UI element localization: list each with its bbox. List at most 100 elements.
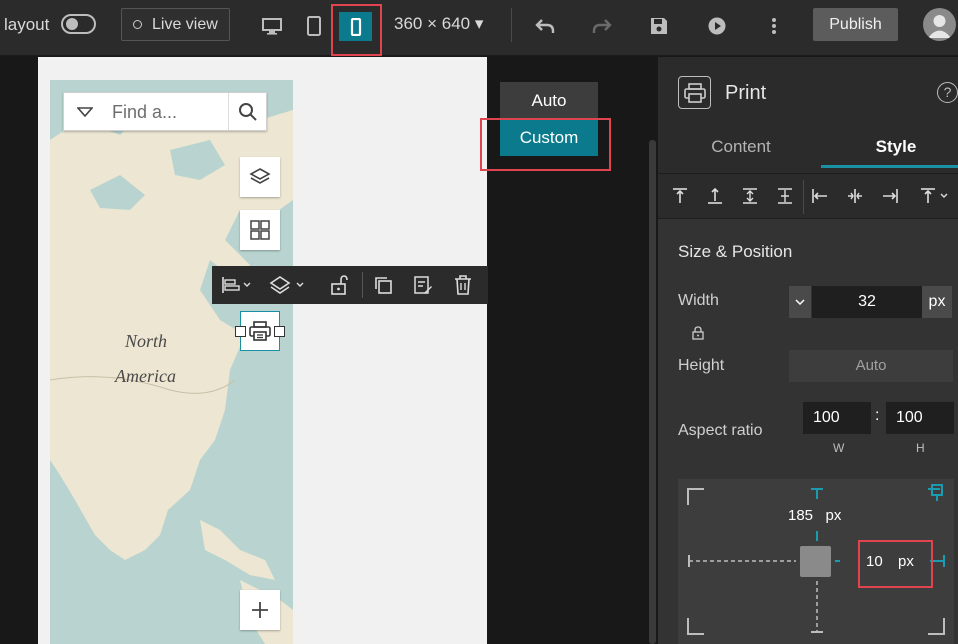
align-bottom-button[interactable] — [703, 184, 727, 208]
distribute-vertical-button[interactable] — [773, 184, 797, 208]
size-mode-custom[interactable]: Custom — [500, 119, 598, 156]
plus-icon — [252, 602, 268, 618]
layout-toggle[interactable] — [61, 14, 96, 34]
aspect-colon: : — [875, 407, 880, 424]
top-toolbar: layout Live view 360 × 640 ▾ Publish — [0, 0, 958, 56]
live-view-label: Live view — [152, 16, 218, 33]
more-options-button[interactable] — [760, 12, 788, 40]
printer-icon — [683, 82, 706, 103]
user-avatar[interactable] — [923, 8, 956, 41]
top-offset-unit: px — [825, 507, 842, 524]
tab-content[interactable]: Content — [666, 129, 816, 168]
aspect-height-input[interactable]: 100 — [886, 402, 954, 434]
tablet-icon — [307, 16, 321, 36]
align-left-edge-icon — [812, 189, 827, 203]
align-middle-icon — [743, 188, 757, 204]
edit-form-icon — [414, 276, 432, 294]
printer-icon — [249, 321, 271, 341]
width-unit-selector[interactable]: px — [922, 286, 952, 318]
distribute-vertical-icon — [778, 188, 792, 204]
duplicate-button[interactable] — [363, 266, 403, 304]
height-input[interactable]: Auto — [789, 350, 953, 382]
align-dropdown[interactable] — [212, 266, 260, 304]
redo-icon — [592, 19, 612, 33]
settings-panel: Print ? Content Style Size & Position Wi… — [657, 57, 958, 644]
save-button[interactable] — [645, 12, 673, 40]
widget-floating-toolbar — [212, 266, 488, 304]
align-right-button[interactable] — [878, 184, 902, 208]
redo-button[interactable] — [588, 12, 616, 40]
copy-icon — [375, 277, 392, 294]
delete-button[interactable] — [443, 266, 483, 304]
aspect-lock-icon[interactable] — [692, 326, 704, 340]
search-icon — [239, 102, 257, 121]
live-view-button[interactable]: Live view — [121, 8, 230, 41]
triangle-down-icon — [77, 106, 93, 117]
align-left-icon — [222, 277, 251, 293]
align-left-button[interactable] — [808, 184, 832, 208]
preview-button[interactable] — [703, 12, 731, 40]
edit-settings-button[interactable] — [403, 266, 443, 304]
map-search[interactable]: Find a... — [63, 92, 267, 131]
align-center-icon — [848, 189, 862, 203]
canvas-scrollbar[interactable] — [649, 140, 656, 644]
basemap-gallery-button[interactable] — [240, 210, 280, 250]
top-offset-field[interactable]: 185 px — [788, 507, 841, 524]
resize-handle-left[interactable] — [235, 326, 246, 337]
desktop-icon — [262, 18, 282, 35]
layers-button[interactable] — [240, 157, 280, 197]
live-view-dot-icon — [133, 20, 142, 29]
screen-size-dropdown[interactable]: 360 × 640 ▾ — [394, 14, 483, 34]
screen-size-value: 360 × 640 — [394, 14, 471, 33]
print-widget-icon — [678, 76, 711, 109]
align-right-edge-icon — [883, 189, 898, 203]
basemap-gallery-icon — [250, 220, 270, 240]
undo-icon — [535, 19, 555, 33]
undo-button[interactable] — [531, 12, 559, 40]
search-input[interactable]: Find a... — [112, 102, 177, 123]
arrange-dropdown[interactable] — [260, 266, 316, 304]
top-offset-value: 185 — [788, 507, 814, 524]
size-mode-auto[interactable]: Auto — [500, 82, 598, 119]
map-label-america: America — [114, 366, 176, 386]
tablet-view-button[interactable] — [300, 12, 328, 40]
align-top-button[interactable] — [668, 184, 692, 208]
layers-arrange-icon — [269, 276, 304, 294]
publish-button[interactable]: Publish — [813, 8, 898, 41]
caret-down-icon: ▾ — [474, 14, 484, 33]
right-offset-value: 10 — [866, 553, 883, 570]
aspect-h-caption: H — [916, 441, 925, 455]
align-top-icon — [673, 188, 687, 203]
align-middle-button[interactable] — [738, 184, 762, 208]
desktop-view-button[interactable] — [258, 12, 286, 40]
align-more-dropdown[interactable] — [916, 184, 956, 208]
right-offset-unit: px — [898, 553, 914, 570]
size-mode-menu: Auto Custom — [500, 82, 598, 156]
tab-style[interactable]: Style — [821, 129, 958, 168]
chevron-down-icon — [795, 299, 805, 305]
zoom-in-button[interactable] — [240, 590, 280, 630]
user-icon — [928, 15, 951, 38]
aspect-ratio-label: Aspect ratio — [678, 422, 763, 439]
aspect-width-input[interactable]: 100 — [803, 402, 871, 434]
align-center-button[interactable] — [843, 184, 867, 208]
map-label-north: North — [124, 331, 167, 351]
mobile-view-button[interactable] — [339, 12, 372, 41]
resize-handle-right[interactable] — [274, 326, 285, 337]
search-source-dropdown[interactable] — [64, 93, 106, 130]
section-title: Size & Position — [678, 242, 793, 261]
more-vertical-icon — [772, 18, 776, 34]
lock-button[interactable] — [316, 266, 362, 304]
width-label: Width — [678, 292, 719, 309]
width-input[interactable]: 32 — [812, 286, 922, 318]
trash-icon — [455, 275, 471, 295]
width-mode-dropdown[interactable] — [789, 286, 811, 318]
align-top-more-icon — [921, 188, 948, 203]
help-icon[interactable]: ? — [937, 82, 958, 103]
layers-icon — [249, 168, 271, 184]
save-icon — [651, 18, 667, 34]
alignment-toolbar — [658, 173, 958, 219]
aspect-w-caption: W — [833, 441, 845, 455]
toggle-knob — [66, 18, 78, 30]
search-button[interactable] — [228, 93, 267, 130]
